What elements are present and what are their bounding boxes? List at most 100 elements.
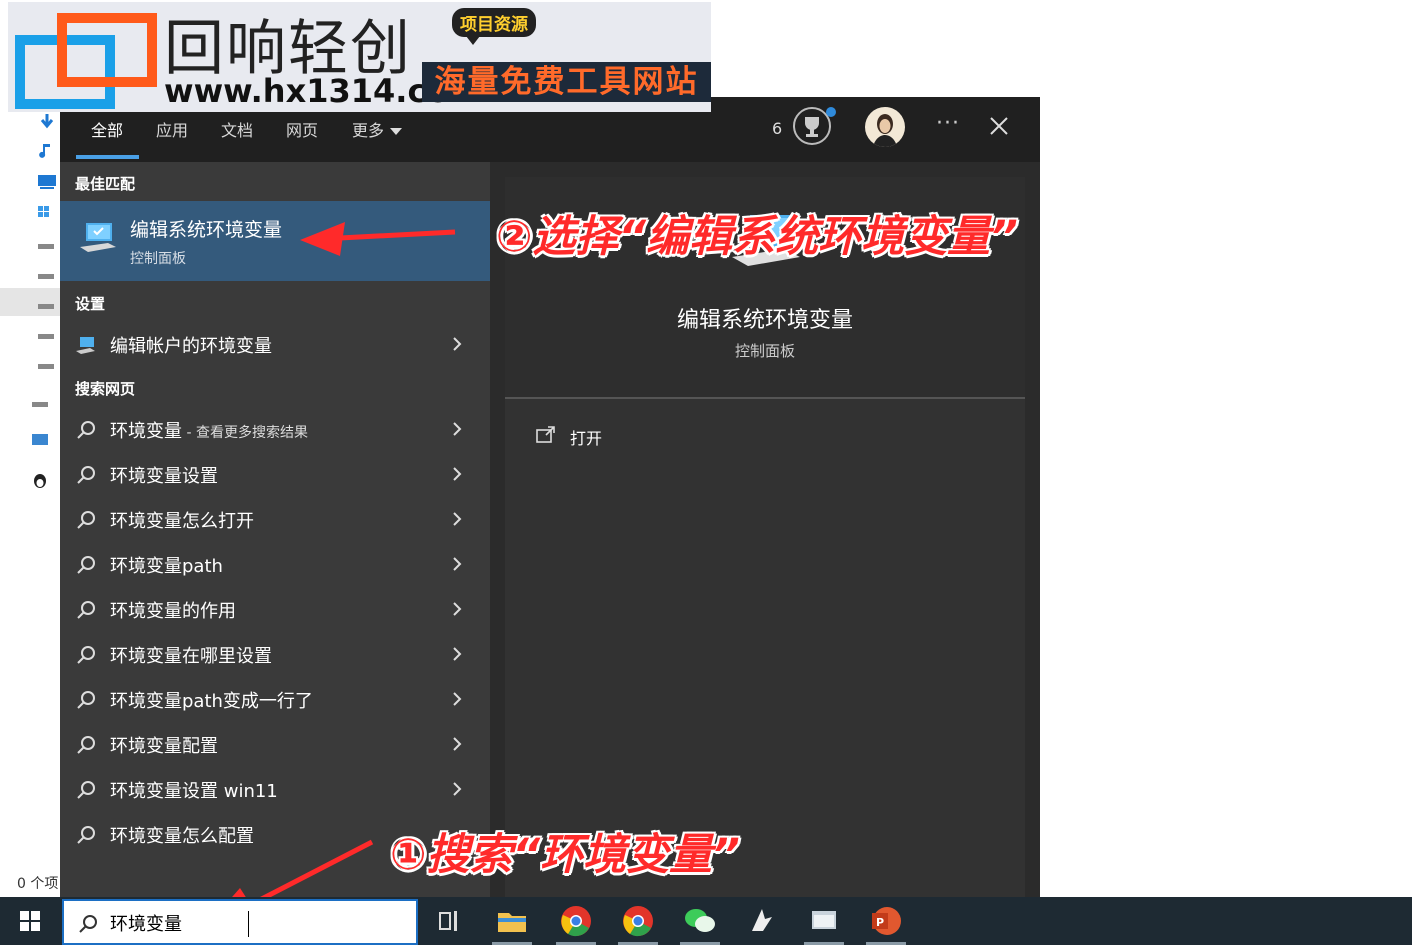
brand-logo (15, 13, 157, 109)
status-bar-count: 0 个项 (17, 876, 59, 892)
best-match-result[interactable]: 编辑系统环境变量 控制面板 (60, 201, 490, 281)
best-match-title: 编辑系统环境变量 (130, 219, 283, 241)
chevron-right-icon[interactable] (452, 421, 462, 437)
system-properties-icon (80, 223, 116, 252)
more-options-icon[interactable]: ··· (936, 111, 960, 136)
notification-dot (826, 107, 836, 117)
chevron-right-icon[interactable] (452, 511, 462, 527)
preview-title: 编辑系统环境变量 (676, 308, 853, 333)
windows-drive-icon[interactable] (36, 205, 58, 221)
best-match-subtitle: 控制面板 (130, 251, 186, 267)
search-icon (77, 556, 95, 574)
search-icon (77, 691, 95, 709)
wechat-icon[interactable] (682, 903, 718, 939)
web-result-suffix: - 查看更多搜索结果 (182, 425, 308, 441)
drive-icon[interactable] (36, 358, 58, 374)
settings-result[interactable]: 编辑帐户的环境变量 (60, 322, 490, 367)
web-suggestion-label: 环境变量path变成一行了 (110, 691, 313, 712)
powerpoint-icon[interactable]: P (868, 903, 904, 939)
chrome-icon[interactable] (558, 903, 594, 939)
tab-all[interactable]: 全部 (91, 117, 123, 141)
desktop-icon[interactable] (36, 174, 58, 190)
tab-more-label: 更多 (352, 121, 385, 140)
app-bird-icon[interactable] (744, 903, 780, 939)
web-suggestion[interactable]: 环境变量怎么打开 (60, 497, 490, 542)
tab-documents[interactable]: 文档 (221, 117, 253, 141)
music-icon[interactable] (36, 142, 58, 158)
windows-start-icon[interactable] (0, 897, 60, 945)
chevron-right-icon[interactable] (452, 646, 462, 662)
chevron-down-icon (390, 128, 403, 135)
linux-icon[interactable] (30, 472, 52, 488)
chevron-right-icon[interactable] (452, 736, 462, 752)
settings-header: 设置 (75, 295, 106, 313)
tab-apps[interactable]: 应用 (156, 117, 188, 141)
text-caret (248, 911, 249, 937)
user-avatar[interactable] (865, 107, 905, 147)
close-icon[interactable] (988, 115, 1010, 137)
tab-more[interactable]: 更多 (352, 117, 403, 141)
watermark-url: www.hx1314.cc (164, 72, 446, 110)
annotation-step-2: ②选择“编辑系统环境变量” (496, 212, 1018, 262)
tab-web[interactable]: 网页 (286, 117, 318, 141)
web-suggestion-label: 环境变量设置 (110, 466, 218, 487)
taskbar: P (0, 897, 1412, 945)
web-suggestion-label: 环境变量设置 win11 (110, 781, 278, 802)
drive-icon[interactable] (36, 268, 58, 284)
chevron-right-icon[interactable] (452, 781, 462, 797)
open-icon[interactable] (535, 425, 557, 445)
chevron-right-icon[interactable] (452, 601, 462, 617)
search-icon (77, 466, 95, 484)
network-icon[interactable] (30, 432, 52, 448)
search-input[interactable] (110, 912, 370, 933)
drive-icon[interactable] (30, 396, 52, 412)
search-icon (77, 826, 95, 844)
open-action[interactable]: 打开 (570, 425, 602, 449)
chrome-icon[interactable] (620, 903, 656, 939)
svg-text:P: P (876, 916, 884, 929)
chevron-right-icon[interactable] (452, 556, 462, 572)
web-suggestion-label: 环境变量怎么配置 (110, 826, 254, 847)
best-match-header: 最佳匹配 (75, 175, 136, 193)
web-suggestion-label: 环境变量配置 (110, 736, 218, 757)
annotation-step-1: ①搜索“环境变量” (390, 830, 740, 880)
preview-subtitle: 控制面板 (734, 342, 795, 360)
web-search-header: 搜索网页 (75, 380, 136, 398)
active-tab-indicator (76, 155, 139, 159)
web-suggestion-label: 环境变量在哪里设置 (110, 646, 272, 667)
system-properties-icon (76, 337, 95, 354)
drive-icon[interactable] (36, 298, 58, 314)
search-icon (77, 421, 95, 439)
web-suggestion[interactable]: 环境变量path变成一行了 (60, 677, 490, 722)
web-suggestion[interactable]: 环境变量设置 (60, 452, 490, 497)
web-result-more[interactable]: 环境变量 - 查看更多搜索结果 (60, 407, 490, 452)
web-suggestion[interactable]: 环境变量配置 (60, 722, 490, 767)
app-window-icon[interactable] (806, 903, 842, 939)
web-suggestion[interactable]: 环境变量设置 win11 (60, 767, 490, 812)
chevron-right-icon[interactable] (452, 466, 462, 482)
search-icon (77, 736, 95, 754)
chevron-right-icon[interactable] (452, 691, 462, 707)
web-result-label: 环境变量 - 查看更多搜索结果 (110, 417, 308, 443)
search-icon (77, 646, 95, 664)
web-suggestion[interactable]: 环境变量path (60, 542, 490, 587)
web-result-query: 环境变量 (110, 421, 182, 442)
chevron-right-icon[interactable] (452, 336, 462, 352)
preview-pane: 编辑系统环境变量 控制面板 打开 (505, 177, 1025, 897)
web-suggestion[interactable]: 环境变量在哪里设置 (60, 632, 490, 677)
drive-icon[interactable] (36, 238, 58, 254)
search-icon (79, 915, 97, 933)
task-view-icon[interactable] (432, 903, 468, 939)
watermark-slogan: 海量免费工具网站 (422, 62, 711, 102)
web-suggestion-label: 环境变量path (110, 556, 223, 577)
web-suggestion[interactable]: 环境变量的作用 (60, 587, 490, 632)
web-suggestion-label: 环境变量的作用 (110, 601, 236, 622)
downloads-icon[interactable] (36, 114, 58, 130)
search-icon (77, 511, 95, 529)
file-explorer-icon[interactable] (494, 903, 530, 939)
search-icon (77, 781, 95, 799)
search-icon (77, 601, 95, 619)
drive-icon[interactable] (36, 328, 58, 344)
taskbar-search-box[interactable] (62, 899, 418, 945)
divider (505, 397, 1025, 399)
